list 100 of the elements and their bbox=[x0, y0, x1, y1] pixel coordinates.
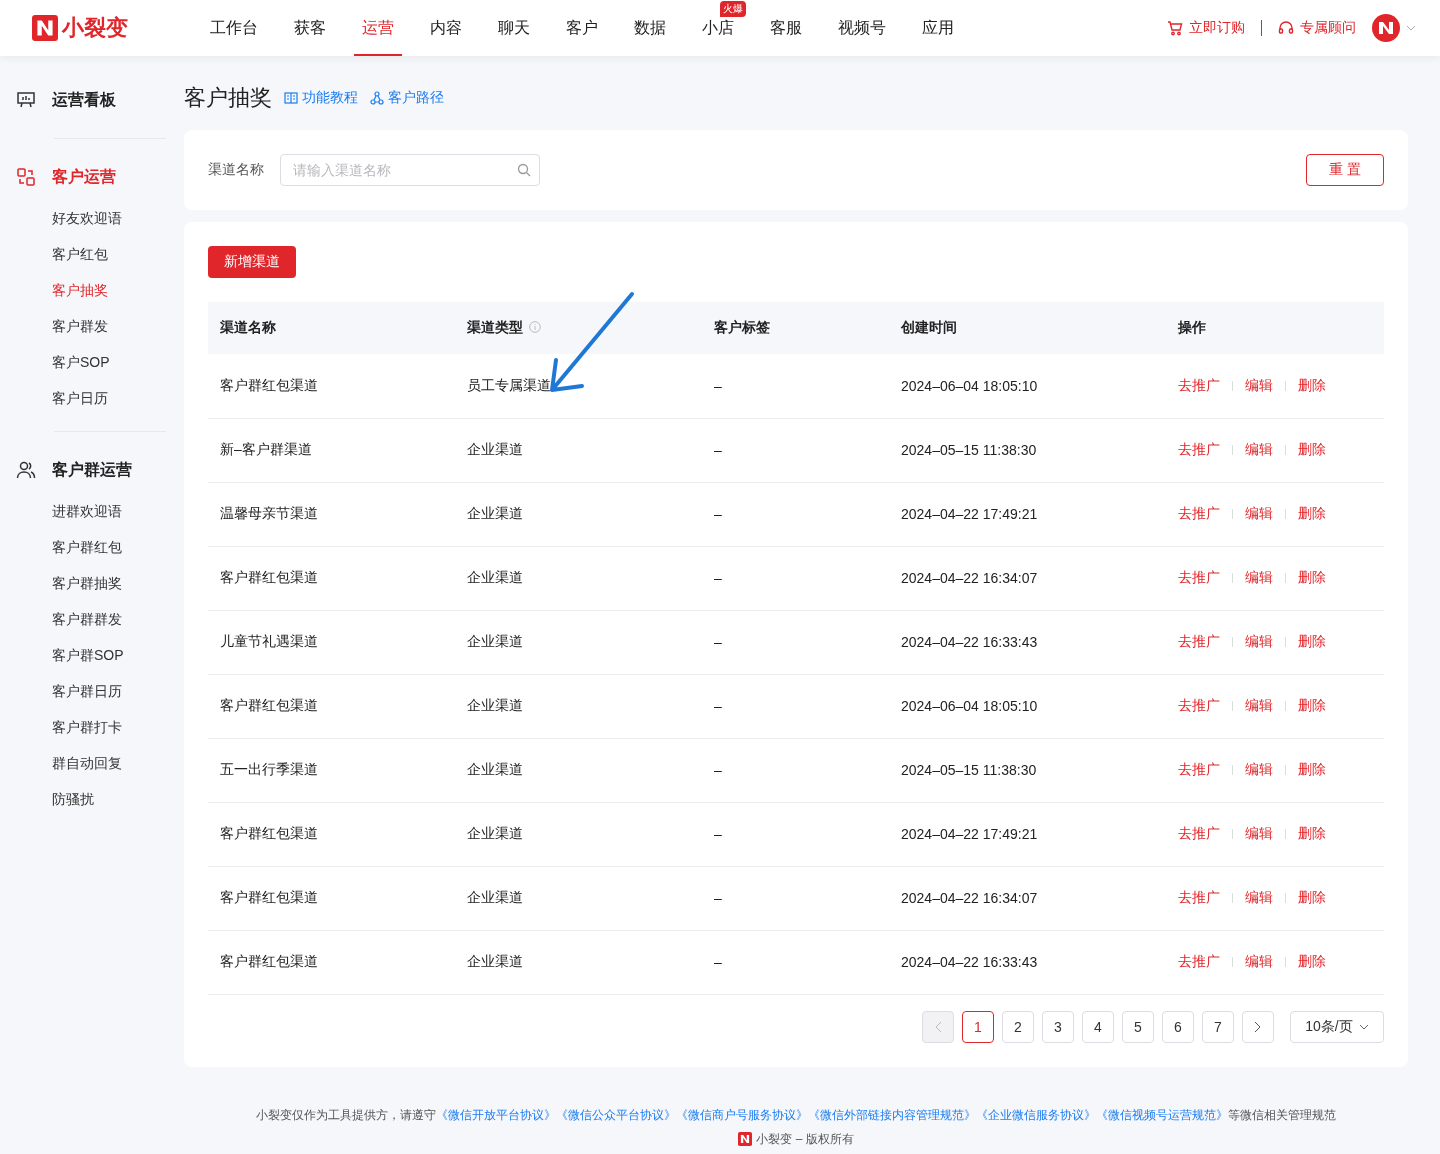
action-link[interactable]: 删除 bbox=[1298, 376, 1326, 393]
sidebar-item[interactable]: 客户群日历 bbox=[16, 674, 184, 710]
footer-link[interactable]: 《微信公众平台协议》 bbox=[556, 1107, 676, 1122]
sidebar-item[interactable]: 客户群红包 bbox=[16, 530, 184, 566]
page-button[interactable]: 2 bbox=[1002, 1010, 1034, 1043]
action-link[interactable]: 删除 bbox=[1298, 953, 1326, 969]
page-button[interactable]: 6 bbox=[1162, 1010, 1194, 1043]
action-link[interactable]: 去推广 bbox=[1178, 953, 1220, 969]
table-cell: 新–客户群渠道 bbox=[208, 418, 455, 482]
action-link[interactable]: 去推广 bbox=[1178, 889, 1220, 905]
action-link[interactable]: 编辑 bbox=[1245, 953, 1273, 969]
action-link[interactable]: 去推广 bbox=[1178, 376, 1220, 393]
column-header: 渠道类型 bbox=[455, 302, 702, 354]
action-link[interactable]: 编辑 bbox=[1245, 376, 1273, 393]
sidebar-item[interactable]: 进群欢迎语 bbox=[16, 494, 184, 530]
action-link[interactable]: 删除 bbox=[1298, 505, 1326, 521]
sidebar-item[interactable]: 客户日历 bbox=[16, 381, 184, 417]
table-cell: – bbox=[702, 866, 889, 930]
active-tab-underline bbox=[354, 54, 402, 56]
sidebar-group[interactable]: 客户群运营 bbox=[16, 446, 184, 494]
sidebar-item[interactable]: 客户群群发 bbox=[16, 602, 184, 638]
action-link[interactable]: 编辑 bbox=[1245, 825, 1273, 841]
action-link[interactable]: 去推广 bbox=[1178, 441, 1220, 457]
page-button[interactable]: 1 bbox=[962, 1010, 994, 1043]
nav-tab[interactable]: 小店 bbox=[702, 16, 734, 40]
action-link[interactable]: 去推广 bbox=[1178, 569, 1220, 585]
nav-tab[interactable]: 客服 bbox=[770, 16, 802, 40]
nav-tab[interactable]: 视频号 bbox=[838, 16, 886, 40]
action-link[interactable]: 去推广 bbox=[1178, 761, 1220, 777]
nav-tab[interactable]: 获客 bbox=[294, 16, 326, 40]
nav-tab[interactable]: 应用 bbox=[922, 16, 954, 40]
footer-link[interactable]: 《微信商户号服务协议》 bbox=[676, 1107, 808, 1122]
nav-tab[interactable]: 内容 bbox=[430, 16, 462, 40]
action-link[interactable]: 删除 bbox=[1298, 889, 1326, 905]
sidebar-item[interactable]: 群自动回复 bbox=[16, 746, 184, 782]
action-link[interactable]: 编辑 bbox=[1245, 441, 1273, 457]
page-button[interactable]: 3 bbox=[1042, 1010, 1074, 1043]
table-cell: 2024–05–15 11:38:30 bbox=[889, 738, 1166, 802]
footer-link[interactable]: 《微信外部链接内容管理规范》 bbox=[808, 1107, 976, 1122]
action-link[interactable]: 去推广 bbox=[1178, 825, 1220, 841]
action-link[interactable]: 删除 bbox=[1298, 825, 1326, 841]
sidebar-item[interactable]: 客户群抽奖 bbox=[16, 566, 184, 602]
footer-link[interactable]: 《企业微信服务协议》 bbox=[976, 1107, 1096, 1122]
action-link[interactable]: 删除 bbox=[1298, 697, 1326, 713]
table-cell: – bbox=[702, 482, 889, 546]
nav-tab[interactable]: 数据 bbox=[634, 16, 666, 40]
help-link[interactable]: 功能教程 bbox=[284, 89, 358, 107]
table-cell: – bbox=[702, 930, 889, 994]
copyright-text: 小裂变 – 版权所有 bbox=[756, 1130, 854, 1148]
column-header: 客户标签 bbox=[702, 302, 889, 354]
nav-tab[interactable]: 工作台 bbox=[210, 16, 258, 40]
reset-button[interactable]: 重 置 bbox=[1306, 154, 1384, 186]
table-cell: 客户群红包渠道 bbox=[208, 866, 455, 930]
action-link[interactable]: 编辑 bbox=[1245, 697, 1273, 713]
footer-link[interactable]: 《微信开放平台协议》 bbox=[436, 1107, 556, 1122]
sidebar-item[interactable]: 客户群打卡 bbox=[16, 710, 184, 746]
action-link[interactable]: 去推广 bbox=[1178, 697, 1220, 713]
sidebar-item[interactable]: 客户红包 bbox=[16, 237, 184, 273]
action-link[interactable]: 编辑 bbox=[1245, 889, 1273, 905]
action-link[interactable]: 编辑 bbox=[1245, 569, 1273, 585]
next-page-button[interactable] bbox=[1242, 1010, 1274, 1043]
nav-tab[interactable]: 聊天 bbox=[498, 16, 530, 40]
book-icon bbox=[284, 91, 298, 105]
table-cell: 企业渠道 bbox=[455, 930, 702, 994]
page-button[interactable]: 7 bbox=[1202, 1010, 1234, 1043]
avatar-icon[interactable] bbox=[1372, 14, 1400, 42]
sidebar-item[interactable]: 客户SOP bbox=[16, 345, 184, 381]
table-cell: 企业渠道 bbox=[455, 866, 702, 930]
action-link[interactable]: 删除 bbox=[1298, 569, 1326, 585]
add-channel-button[interactable]: 新增渠道 bbox=[208, 246, 296, 278]
help-link[interactable]: 客户路径 bbox=[370, 89, 444, 107]
page-button[interactable]: 5 bbox=[1122, 1010, 1154, 1043]
page-size-select[interactable]: 10条/页 bbox=[1290, 1010, 1384, 1043]
advisor-link[interactable]: 专属顾问 bbox=[1278, 19, 1356, 37]
sidebar-group[interactable]: 客户运营 bbox=[16, 153, 184, 201]
sidebar-item[interactable]: 客户群SOP bbox=[16, 638, 184, 674]
order-link[interactable]: 立即订购 bbox=[1167, 19, 1245, 37]
action-link[interactable]: 去推广 bbox=[1178, 505, 1220, 521]
board-icon bbox=[16, 90, 36, 110]
action-link[interactable]: 删除 bbox=[1298, 761, 1326, 777]
sidebar-item[interactable]: 客户抽奖 bbox=[16, 273, 184, 309]
sidebar-item[interactable]: 好友欢迎语 bbox=[16, 201, 184, 237]
search-field[interactable]: 请输入渠道名称 bbox=[280, 154, 540, 186]
sidebar-item[interactable]: 防骚扰 bbox=[16, 782, 184, 818]
action-link[interactable]: 编辑 bbox=[1245, 761, 1273, 777]
table-cell: 企业渠道 bbox=[455, 482, 702, 546]
action-link[interactable]: 删除 bbox=[1298, 441, 1326, 457]
table-cell: – bbox=[702, 610, 889, 674]
page-button[interactable]: 4 bbox=[1082, 1010, 1114, 1043]
sidebar-group[interactable]: 运营看板 bbox=[16, 76, 184, 124]
action-link[interactable]: 编辑 bbox=[1245, 633, 1273, 649]
action-link[interactable]: 删除 bbox=[1298, 633, 1326, 649]
chevron-down-icon[interactable] bbox=[1406, 25, 1416, 31]
table-cell: 企业渠道 bbox=[455, 546, 702, 610]
nav-tab[interactable]: 客户 bbox=[566, 16, 598, 40]
nav-tab[interactable]: 运营 bbox=[362, 16, 394, 40]
footer-link[interactable]: 《微信视频号运营规范》 bbox=[1096, 1107, 1228, 1122]
sidebar-item[interactable]: 客户群发 bbox=[16, 309, 184, 345]
action-link[interactable]: 去推广 bbox=[1178, 633, 1220, 649]
action-link[interactable]: 编辑 bbox=[1245, 505, 1273, 521]
